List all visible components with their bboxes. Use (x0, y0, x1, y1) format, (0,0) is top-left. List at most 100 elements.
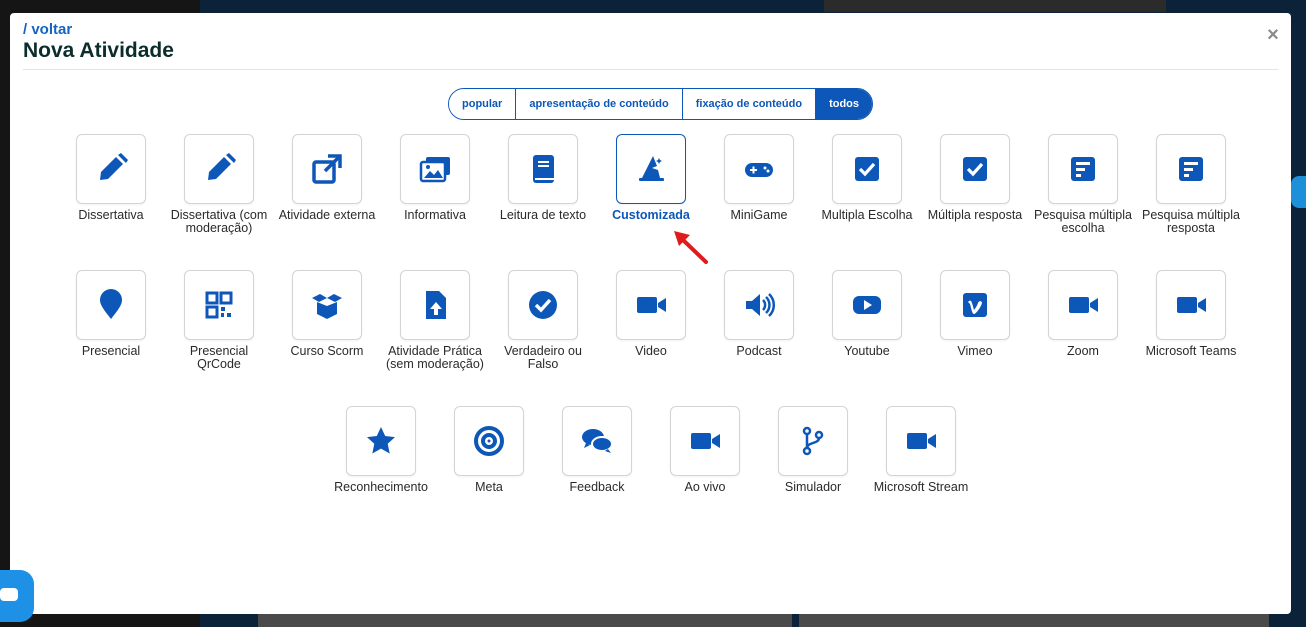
pencil-icon (100, 153, 128, 180)
video-icon (1177, 297, 1206, 313)
activity-tile-m-ltipla-resposta[interactable]: Múltipla resposta (925, 134, 1025, 222)
activity-tile-verdadeiro-ou-falso[interactable]: Verdadeiro ou Falso (493, 270, 593, 370)
activity-tile-icon-box (454, 406, 524, 476)
filter-tab-fixação-de-conteúdo[interactable]: fixação de conteúdo (681, 89, 816, 119)
filter-tab-popular[interactable]: popular (449, 89, 516, 119)
activity-tile-icon-box (508, 270, 578, 340)
external-link-icon (312, 154, 342, 184)
activity-tile-label: Reconhecimento (334, 480, 428, 494)
activity-tile-icon-box (184, 134, 254, 204)
checkbox-icon (855, 157, 879, 181)
activity-tile-icon-box (1048, 134, 1118, 204)
activity-tile-atividade-externa[interactable]: Atividade externa (277, 134, 377, 222)
activity-tile-zoom[interactable]: Zoom (1033, 270, 1133, 358)
activity-tile-icon-box (670, 406, 740, 476)
video-icon (1069, 297, 1098, 313)
activity-tile-icon-box (400, 270, 470, 340)
activity-tile-presencial[interactable]: Presencial (61, 270, 161, 358)
video-icon (907, 433, 936, 449)
activity-tile-pesquisa-m-ltipla-escolha[interactable]: Pesquisa múltipla escolha (1033, 134, 1133, 234)
activity-tile-icon-box (562, 406, 632, 476)
activity-tile-icon-box (400, 134, 470, 204)
activity-tile-video[interactable]: Video (601, 270, 701, 358)
activity-tile-icon-box (616, 134, 686, 204)
activity-tile-curso-scorm[interactable]: Curso Scorm (277, 270, 377, 358)
gamepad-icon (745, 163, 773, 177)
background-top-strip (824, 0, 1166, 12)
activity-tile-icon-box (832, 270, 902, 340)
star-icon (367, 427, 395, 454)
activity-tile-label: Pesquisa múltipla resposta (1142, 208, 1240, 235)
activity-tile-icon-box (76, 270, 146, 340)
activity-tile-label: Simulador (784, 480, 842, 494)
activity-tile-multipla-escolha[interactable]: Multipla Escolha (817, 134, 917, 222)
activity-tile-icon-box (76, 134, 146, 204)
activity-tile-reconhecimento[interactable]: Reconhecimento (331, 406, 431, 494)
activity-tile-label: Multipla Escolha (821, 208, 913, 222)
activity-tile-icon-box (940, 134, 1010, 204)
activity-tile-microsoft-teams[interactable]: Microsoft Teams (1141, 270, 1241, 358)
activity-tile-icon-box (886, 406, 956, 476)
activity-tile-atividade-pr-tica-sem-modera-o-[interactable]: Atividade Prática (sem moderação) (385, 270, 485, 370)
poll-icon (1071, 157, 1095, 181)
activity-tile-ao-vivo[interactable]: Ao vivo (655, 406, 755, 494)
activity-tile-leitura-de-texto[interactable]: Leitura de texto (493, 134, 593, 222)
red-arrow-annotation (674, 231, 708, 264)
activity-tile-label: Podcast (736, 344, 782, 358)
activity-tile-label: Vimeo (957, 344, 993, 358)
accessibility-widget-button[interactable] (1291, 176, 1306, 208)
chat-widget-button[interactable] (0, 570, 34, 622)
activity-tile-label: Microsoft Teams (1145, 344, 1237, 358)
comments-icon (582, 429, 613, 453)
qrcode-icon (205, 291, 233, 319)
activity-tile-label: Informativa (404, 208, 466, 222)
video-icon (691, 433, 720, 449)
vimeo-icon (963, 293, 987, 317)
activity-tile-presencial-qrcode[interactable]: Presencial QrCode (169, 270, 269, 370)
images-icon (419, 157, 450, 183)
filter-tab-todos[interactable]: todos (815, 89, 873, 119)
activity-tile-label: Meta (475, 480, 503, 494)
activity-tile-pesquisa-m-ltipla-resposta[interactable]: Pesquisa múltipla resposta (1141, 134, 1241, 234)
activity-tile-informativa[interactable]: Informativa (385, 134, 485, 222)
back-link[interactable]: / voltar (23, 21, 72, 38)
activity-tile-microsoft-stream[interactable]: Microsoft Stream (871, 406, 971, 494)
close-icon[interactable]: × (1265, 25, 1281, 45)
activity-tile-icon-box (1156, 270, 1226, 340)
activity-tile-icon-box (724, 134, 794, 204)
volume-icon (746, 293, 776, 317)
activity-tile-simulador[interactable]: Simulador (763, 406, 863, 494)
activity-tile-icon-box (778, 406, 848, 476)
activity-tile-icon-box (184, 270, 254, 340)
activity-tile-minigame[interactable]: MiniGame (709, 134, 809, 222)
activity-tile-icon-box (292, 134, 362, 204)
activity-tile-vimeo[interactable]: Vimeo (925, 270, 1025, 358)
activity-tile-dissertativa[interactable]: Dissertativa (61, 134, 161, 222)
code-branch-icon (802, 426, 824, 456)
checkbox-icon (963, 157, 987, 181)
activity-tile-label: Verdadeiro ou Falso (504, 344, 582, 371)
wizard-hat-icon (639, 156, 664, 181)
activity-tile-icon-box (616, 270, 686, 340)
poll-icon (1179, 157, 1203, 181)
box-open-icon (312, 294, 342, 319)
book-icon (533, 155, 554, 183)
filter-tab-apresentação-de-conteúdo[interactable]: apresentação de conteúdo (515, 89, 682, 119)
activity-tile-dissertativa-com-modera-o-[interactable]: Dissertativa (com moderação) (169, 134, 269, 234)
chat-bubble-icon (0, 588, 18, 601)
activity-tile-podcast[interactable]: Podcast (709, 270, 809, 358)
activity-tile-label: Video (635, 344, 667, 358)
header-divider (23, 69, 1278, 70)
activity-tile-label: Presencial (81, 344, 141, 358)
background-bottom-bar (258, 614, 792, 627)
activity-tile-label: Dissertativa (78, 208, 144, 222)
pencil-icon (208, 153, 236, 180)
activity-tile-label: MiniGame (730, 208, 788, 222)
activity-tile-meta[interactable]: Meta (439, 406, 539, 494)
activity-tile-customizada[interactable]: Customizada (601, 134, 701, 222)
activity-tile-label: Feedback (569, 480, 625, 494)
activity-tile-label: Youtube (844, 344, 890, 358)
activity-tile-youtube[interactable]: Youtube (817, 270, 917, 358)
target-icon (474, 426, 504, 456)
activity-tile-feedback[interactable]: Feedback (547, 406, 647, 494)
